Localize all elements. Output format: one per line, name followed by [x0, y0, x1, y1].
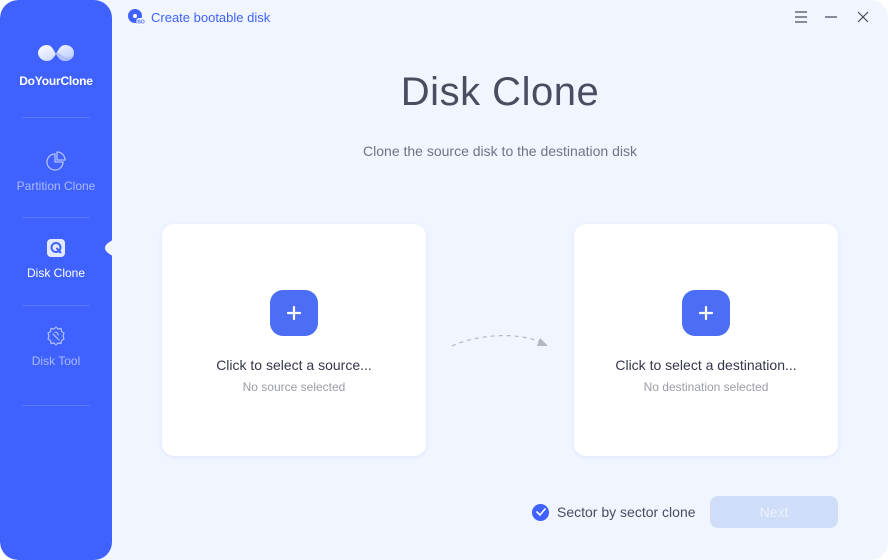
active-item-indicator [105, 234, 117, 262]
destination-disk-card[interactable]: Click to select a destination... No dest… [574, 224, 838, 456]
sector-by-sector-checkbox[interactable]: Sector by sector clone [532, 503, 696, 521]
destination-card-title: Click to select a destination... [615, 357, 797, 373]
clone-direction-arrow-icon [451, 335, 548, 347]
sidebar-divider [22, 217, 90, 218]
gear-wrench-icon [47, 326, 65, 346]
checkbox-checked-icon [532, 503, 549, 521]
create-bootable-disk-label: Create bootable disk [151, 9, 271, 25]
sidebar-item-label: Disk Tool [31, 354, 81, 368]
sidebar-item-label: Partition Clone [16, 179, 96, 193]
sidebar: DoYourClone Partition Clone Disk Clone D… [0, 0, 112, 560]
add-destination-button[interactable] [682, 290, 730, 336]
minimize-button[interactable] [822, 8, 840, 26]
app-logo: DoYourClone [0, 38, 112, 88]
sidebar-divider [22, 305, 90, 306]
app-name: DoYourClone [19, 74, 93, 88]
sector-by-sector-label: Sector by sector clone [557, 504, 696, 520]
svg-text:ISO: ISO [136, 20, 145, 26]
sidebar-divider [22, 117, 90, 118]
app-window: DoYourClone Partition Clone Disk Clone D… [0, 0, 888, 560]
source-card-title: Click to select a source... [216, 357, 372, 373]
source-status: No source selected [242, 380, 346, 394]
disk-clone-icon [47, 239, 65, 257]
sidebar-item-label: Disk Clone [26, 266, 86, 280]
infinity-cloud-logo-icon [38, 45, 74, 61]
plus-icon [286, 305, 302, 321]
sidebar-divider [22, 405, 90, 406]
menu-icon [795, 11, 807, 23]
pie-chart-icon [46, 151, 66, 171]
sidebar-item-disk-tool[interactable]: Disk Tool [0, 325, 112, 411]
page-title: Disk Clone [400, 70, 600, 114]
page-subtitle: Clone the source disk to the destination… [363, 143, 637, 159]
close-icon [857, 11, 869, 23]
create-bootable-disk-link[interactable]: ISO Create bootable disk [127, 7, 270, 27]
sidebar-item-partition-clone[interactable]: Partition Clone [0, 150, 112, 236]
next-button[interactable]: Next [710, 496, 838, 528]
close-button[interactable] [854, 8, 872, 26]
minimize-icon [825, 16, 837, 18]
source-disk-card[interactable]: Click to select a source... No source se… [162, 224, 426, 456]
plus-icon [698, 305, 714, 321]
iso-disc-icon: ISO [128, 9, 145, 26]
sidebar-item-disk-clone[interactable]: Disk Clone [0, 237, 112, 323]
menu-button[interactable] [792, 8, 810, 26]
destination-status: No destination selected [643, 380, 769, 394]
add-source-button[interactable] [270, 290, 318, 336]
